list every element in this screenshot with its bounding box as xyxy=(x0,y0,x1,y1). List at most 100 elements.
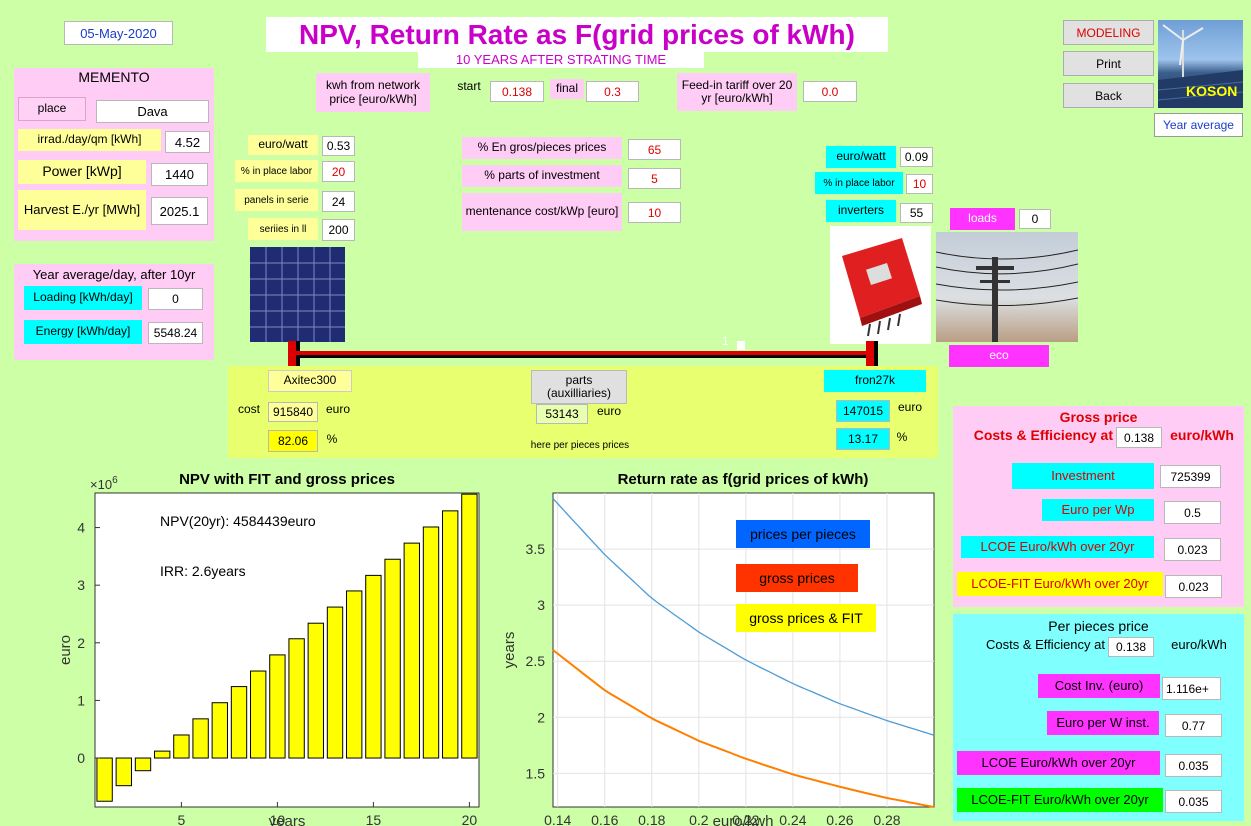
rr-y-axis-label: years xyxy=(501,632,518,669)
eco-label: eco xyxy=(949,345,1049,367)
y-tick-label: 3 xyxy=(537,597,545,613)
inverter-model-label: fron27k xyxy=(824,370,926,392)
final-label: final xyxy=(550,79,584,99)
year-average-button[interactable]: Year average xyxy=(1154,113,1243,137)
wire-left xyxy=(288,341,296,367)
panel-labor-field[interactable]: 20 xyxy=(322,161,355,182)
parts-investment-field[interactable]: 5 xyxy=(628,168,681,189)
panel-euro-watt-field[interactable]: 0.53 xyxy=(322,136,355,156)
y-tick-label: 2 xyxy=(537,709,545,725)
aux-field: 53143 xyxy=(536,404,588,424)
year-average-panel: Year average/day, after 10yr Loading [kW… xyxy=(14,264,214,360)
fit-field[interactable]: 0.0 xyxy=(803,81,857,102)
loads-label: loads xyxy=(950,208,1015,230)
panel-percent-field: 82.06 xyxy=(268,430,318,452)
gross-lcoe-label: LCOE Euro/kWh over 20yr xyxy=(961,536,1154,558)
npv-annotation: NPV(20yr): 4584439euro xyxy=(160,513,316,529)
pieces-euro-w-label: Euro per W inst. xyxy=(1047,711,1159,735)
npv-bar xyxy=(115,757,132,787)
series-parallel-field[interactable]: 200 xyxy=(322,219,355,241)
loading-label: Loading [kWh/day] xyxy=(24,286,142,310)
x-tick-label: 15 xyxy=(366,812,382,826)
x-tick-label: 20 xyxy=(462,812,478,826)
back-button[interactable]: Back xyxy=(1063,83,1154,108)
parts-investment-label: % parts of investment xyxy=(462,165,622,187)
wire-label: 1 xyxy=(722,334,729,348)
npv-x-axis-label: years xyxy=(269,813,306,826)
engros-field[interactable]: 65 xyxy=(628,139,681,160)
place-field[interactable]: Dava xyxy=(96,100,209,123)
gross-euro-wp-label: Euro per Wp xyxy=(1042,499,1154,521)
gross-price-panel: Gross price Costs & Efficiency at 0.138 … xyxy=(953,406,1244,607)
y-tick-label: 1 xyxy=(77,692,85,708)
start-price-field[interactable]: 0.138 xyxy=(490,81,544,102)
irrad-field[interactable]: 4.52 xyxy=(165,131,210,153)
inverter-labor-field[interactable]: 10 xyxy=(906,174,933,194)
npv-bar xyxy=(192,718,209,759)
engros-label: % En gros/pieces prices xyxy=(462,137,622,159)
exponent-sup: 6 xyxy=(112,475,118,486)
aux-unit: euro xyxy=(596,404,622,419)
inverter-labor-label: % in place labor xyxy=(815,172,903,194)
power-field[interactable]: 1440 xyxy=(151,163,208,186)
power-label: Power [kWp] xyxy=(18,160,146,184)
energy-label: Energy [kWh/day] xyxy=(24,320,142,344)
y-tick-label: 3.5 xyxy=(526,541,546,557)
harvest-field[interactable]: 2025.1 xyxy=(151,197,208,225)
npv-bar xyxy=(365,574,382,759)
inverter-percent-unit: % xyxy=(896,430,908,445)
modeling-button[interactable]: MODELING xyxy=(1063,20,1154,45)
y-tick-label: 2.5 xyxy=(526,653,546,669)
npv-bar xyxy=(134,757,152,772)
npv-bar xyxy=(269,654,286,759)
gross-costs-label: Costs & Efficiency at xyxy=(973,427,1113,444)
npv-bar xyxy=(173,734,190,759)
npv-bar xyxy=(422,526,440,759)
memento-title: MEMENTO xyxy=(78,69,150,86)
loading-field[interactable]: 0 xyxy=(148,288,203,310)
npv-bar xyxy=(154,750,171,759)
pieces-lcoe-field: 0.035 xyxy=(1165,754,1222,777)
return-rate-chart: Return rate as f(grid prices of kWh) 0.1… xyxy=(501,471,935,826)
inverters-count-field[interactable]: 55 xyxy=(900,203,933,223)
pieces-unit-label: euro/kWh xyxy=(1171,636,1227,652)
gross-price-field[interactable]: 0.138 xyxy=(1116,427,1162,448)
pieces-price-field[interactable]: 0.138 xyxy=(1108,637,1154,657)
inverter-image xyxy=(830,226,931,344)
inverter-euro-watt-field[interactable]: 0.09 xyxy=(900,147,933,167)
npv-bar xyxy=(442,510,459,759)
legend-label: gross prices & FIT xyxy=(749,610,863,626)
y-tick-label: 2 xyxy=(77,635,85,651)
year-average-title: Year average/day, after 10yr xyxy=(32,266,196,282)
x-tick-label: 0.24 xyxy=(779,812,806,826)
pieces-lcoefit-label: LCOE-FIT Euro/kWh over 20yr xyxy=(957,788,1163,812)
loads-field[interactable]: 0 xyxy=(1019,209,1051,229)
npv-bar xyxy=(307,622,324,759)
panel-cost-label: cost xyxy=(237,402,260,417)
brand-logo: KOSON xyxy=(1186,83,1238,99)
x-tick-label: 0.28 xyxy=(873,812,900,826)
maintenance-field[interactable]: 10 xyxy=(628,202,681,223)
panels-in-serie-field[interactable]: 24 xyxy=(322,191,355,212)
panel-cost-unit: euro xyxy=(325,402,351,417)
series-parallel-label: seriies in ll xyxy=(248,218,318,240)
energy-field[interactable]: 5548.24 xyxy=(148,322,203,344)
power-lines-image xyxy=(936,232,1078,342)
wire-marker xyxy=(737,341,745,350)
final-price-field[interactable]: 0.3 xyxy=(586,81,639,102)
pieces-lcoe-label: LCOE Euro/kWh over 20yr xyxy=(957,751,1160,775)
npv-bar xyxy=(288,638,305,759)
y-tick-label: 3 xyxy=(77,577,85,593)
wire-black xyxy=(300,355,871,358)
npv-bar xyxy=(230,686,248,759)
gross-lcoe-field: 0.023 xyxy=(1164,538,1221,561)
irrad-label: irrad./day/qm [kWh] xyxy=(18,129,161,151)
gross-lcoefit-label: LCOE-FIT Euro/kWh over 20yr xyxy=(957,572,1163,596)
wire-right xyxy=(866,341,874,367)
x-tick-label: 0.26 xyxy=(826,812,853,826)
npv-bar xyxy=(346,590,363,759)
inverter-cost-field: 147015 xyxy=(836,400,890,422)
npv-bar xyxy=(211,702,228,759)
npv-bar xyxy=(250,670,267,759)
print-button[interactable]: Print xyxy=(1063,51,1154,76)
